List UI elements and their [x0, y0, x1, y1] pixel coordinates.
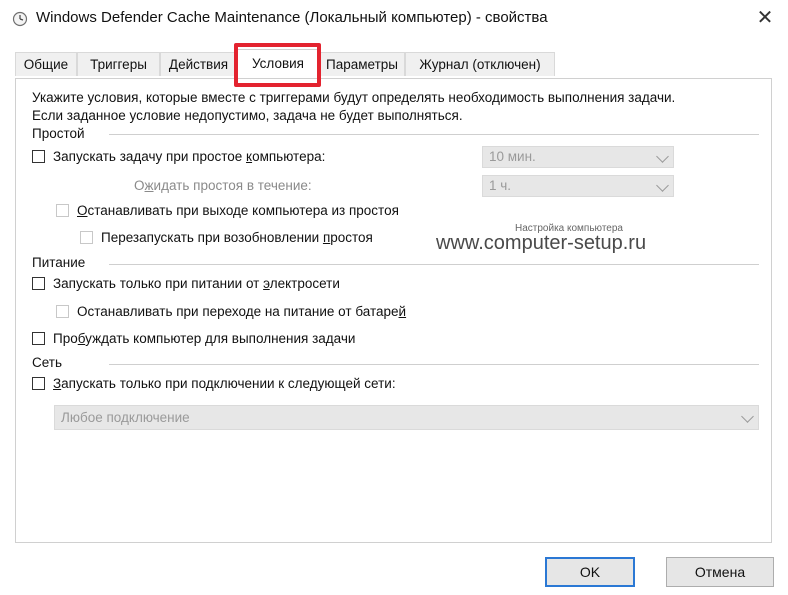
network-only-checkbox[interactable]	[32, 377, 45, 390]
tab-triggers[interactable]: Триггеры	[77, 52, 160, 76]
chevron-down-icon	[741, 410, 754, 423]
tab-actions[interactable]: Действия	[160, 52, 237, 76]
window-title: Windows Defender Cache Maintenance (Лока…	[36, 9, 548, 26]
close-icon: ✕	[756, 7, 774, 29]
restart-on-idle-label: Перезапускать при возобновлении простоя	[101, 230, 373, 245]
power-group-label: Питание	[32, 255, 92, 270]
start-on-idle-label: Запускать задачу при простое компьютера:	[53, 149, 326, 164]
tab-history[interactable]: Журнал (отключен)	[405, 52, 555, 76]
clock-icon	[12, 11, 28, 27]
watermark-url: www.computer-setup.ru	[436, 232, 647, 254]
ac-only-label: Запускать только при питании от электрос…	[53, 276, 340, 291]
network-only-label: Запускать только при подключении к следу…	[53, 376, 396, 391]
chevron-down-icon	[656, 150, 669, 163]
title-bar: Windows Defender Cache Maintenance (Лока…	[0, 0, 788, 38]
stop-on-battery-checkbox	[56, 305, 69, 318]
intro-line-2: Если заданное условие недопустимо, задач…	[32, 108, 463, 123]
intro-line-1: Укажите условия, которые вместе с тригге…	[32, 90, 676, 105]
network-group-label: Сеть	[32, 355, 69, 370]
stop-on-battery-label: Останавливать при переходе на питание от…	[77, 304, 407, 319]
idle-duration-select: 10 мин.	[482, 146, 674, 168]
idle-group-label: Простой	[32, 126, 91, 141]
cancel-button[interactable]: Отмена	[666, 557, 774, 587]
stop-on-idle-end-checkbox	[56, 204, 69, 217]
intro-text: Укажите условия, которые вместе с тригге…	[32, 89, 675, 125]
wake-computer-label: Пробуждать компьютер для выполнения зада…	[53, 331, 356, 346]
wait-idle-label: Ожидать простоя в течение:	[134, 178, 312, 193]
wake-computer-checkbox[interactable]	[32, 332, 45, 345]
start-on-idle-checkbox[interactable]	[32, 150, 45, 163]
wait-duration-select: 1 ч.	[482, 175, 674, 197]
ok-button[interactable]: OK	[545, 557, 635, 587]
network-group-divider	[109, 364, 759, 365]
idle-group-divider	[109, 134, 759, 135]
conditions-panel: Укажите условия, которые вместе с тригге…	[15, 78, 772, 543]
stop-on-idle-end-label: Останавливать при выходе компьютера из п…	[77, 203, 399, 218]
tab-settings[interactable]: Параметры	[319, 52, 405, 76]
ac-only-checkbox[interactable]	[32, 277, 45, 290]
network-select: Любое подключение	[54, 405, 759, 430]
chevron-down-icon	[656, 179, 669, 192]
tab-general[interactable]: Общие	[15, 52, 77, 76]
close-button[interactable]: ✕	[742, 0, 788, 38]
restart-on-idle-checkbox	[80, 231, 93, 244]
tab-highlight-frame	[234, 43, 321, 87]
power-group-divider	[109, 264, 759, 265]
